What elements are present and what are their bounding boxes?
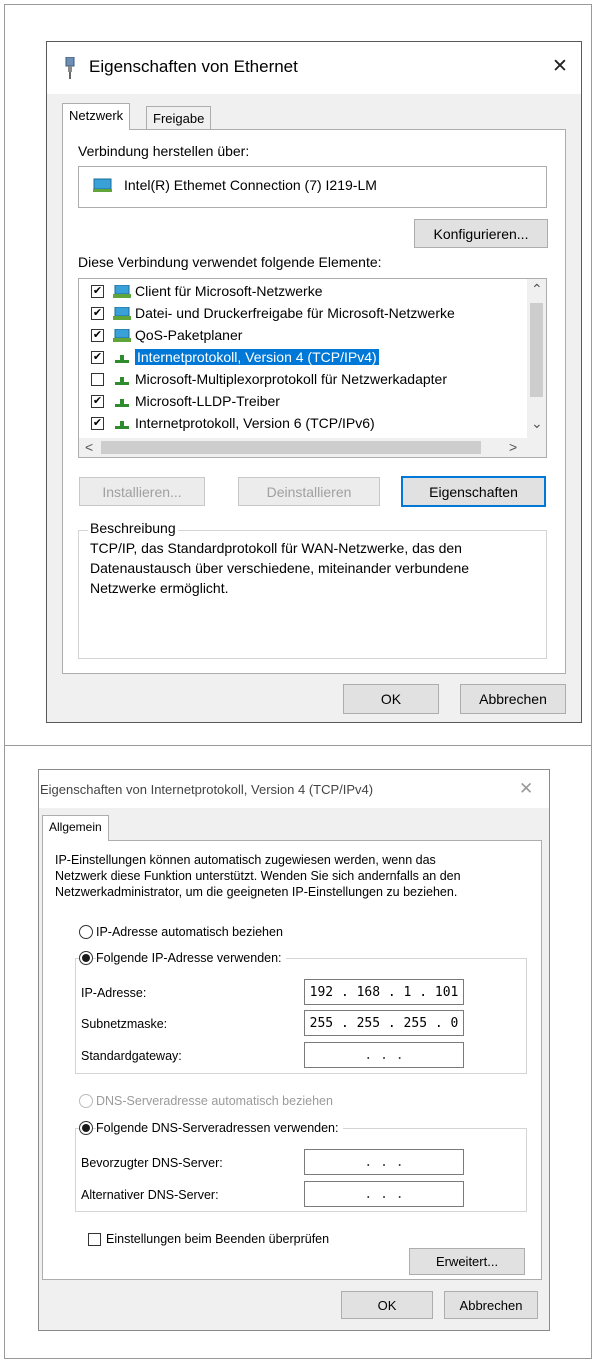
list-items: ✔ Client für Microsoft-Netzwerke ✔ Datei- u…: [79, 281, 527, 436]
item-checkbox[interactable]: ✔: [91, 307, 104, 320]
dns-manual-radio[interactable]: [79, 1121, 93, 1135]
item-label[interactable]: Microsoft-Multiplexorprotokoll für Netzw…: [135, 371, 447, 387]
horizontal-scrollbar[interactable]: < >: [79, 438, 546, 457]
description-label: Beschreibung: [88, 520, 178, 536]
validate-checkbox[interactable]: [88, 1233, 101, 1246]
list-item[interactable]: ✔ Internetprotokoll, Version 6 (TCP/IPv6): [79, 413, 527, 435]
list-item[interactable]: ✔ Internetprotokoll, Version 4 (TCP/IPv4): [79, 347, 527, 369]
item-label[interactable]: Datei- und Druckerfreigabe für Microsoft…: [135, 305, 455, 321]
tab-allgemein[interactable]: Allgemein: [42, 815, 109, 841]
ip-manual-label[interactable]: Folgende IP-Adresse verwenden:: [96, 951, 286, 965]
item-checkbox[interactable]: ✔: [91, 329, 104, 342]
item-checkbox[interactable]: [91, 373, 104, 386]
vertical-scroll-thumb[interactable]: [530, 303, 543, 397]
ok-button[interactable]: OK: [341, 1291, 433, 1319]
item-label[interactable]: Internetprotokoll, Version 4 (TCP/IPv4): [135, 349, 379, 365]
tab-netzwerk[interactable]: Netzwerk: [62, 103, 131, 130]
alternate-dns-field[interactable]: . . .: [304, 1181, 464, 1207]
subnet-mask-field[interactable]: 255 . 255 . 255 . 0: [304, 1010, 464, 1036]
item-checkbox[interactable]: ✔: [91, 351, 104, 364]
vertical-scrollbar[interactable]: ⌃ ⌄: [527, 279, 546, 438]
scroll-up-icon[interactable]: ⌃: [531, 281, 543, 298]
network-client-icon: [113, 284, 131, 299]
elements-label: Diese Verbindung verwendet folgende Elem…: [78, 254, 382, 270]
horizontal-scroll-thumb[interactable]: [101, 441, 481, 454]
item-checkbox[interactable]: ✔: [91, 395, 104, 408]
item-label[interactable]: Microsoft-LLDP-Treiber: [135, 393, 280, 409]
cancel-button[interactable]: Abbrechen: [444, 1291, 538, 1319]
ip-auto-label[interactable]: IP-Adresse automatisch beziehen: [96, 925, 283, 939]
protocol-icon: [113, 417, 131, 431]
intro-line-2: Netzwerk diese Funktion unterstützt. Wen…: [55, 869, 461, 883]
item-label[interactable]: QoS-Paketplaner: [135, 327, 242, 343]
elements-list: ✔ Client für Microsoft-Netzwerke ✔ Datei- u…: [78, 278, 547, 458]
ip-manual-radio[interactable]: [79, 951, 93, 965]
network-adapter-icon: [65, 57, 75, 79]
cancel-button[interactable]: Abbrechen: [460, 684, 566, 714]
gateway-field[interactable]: . . .: [304, 1042, 464, 1068]
list-item[interactable]: ✔ Client für Microsoft-Netzwerke: [79, 281, 527, 303]
validate-label[interactable]: Einstellungen beim Beenden überprüfen: [106, 1232, 329, 1246]
gateway-label: Standardgateway:: [81, 1049, 182, 1063]
dns-manual-label[interactable]: Folgende DNS-Serveradressen verwenden:: [96, 1121, 343, 1135]
list-item[interactable]: ✔ QoS-Paketplaner: [79, 325, 527, 347]
subnet-mask-label: Subnetzmaske:: [81, 1017, 168, 1031]
intro-line-1: IP-Einstellungen können automatisch zuge…: [55, 853, 436, 867]
adapter-name: Intel(R) Ethemet Connection (7) I219-LM: [124, 177, 377, 193]
configure-button[interactable]: Konfigurieren...: [414, 219, 548, 248]
scroll-down-icon[interactable]: ⌄: [531, 415, 543, 432]
network-service-icon: [113, 328, 131, 343]
dns-auto-radio[interactable]: [79, 1094, 93, 1108]
item-label[interactable]: Internetprotokoll, Version 6 (TCP/IPv6): [135, 415, 375, 431]
protocol-icon: [113, 395, 131, 409]
ok-button[interactable]: OK: [343, 684, 439, 714]
preferred-dns-field[interactable]: . . .: [304, 1149, 464, 1175]
uninstall-button[interactable]: Deinstallieren: [238, 477, 380, 506]
description-line-2: Datenaustausch über verschiedene, mitein…: [90, 560, 470, 576]
install-button[interactable]: Installieren...: [79, 477, 205, 506]
dialog-title: Eigenschaften von Ethernet: [89, 57, 298, 76]
list-item[interactable]: Microsoft-Multiplexorprotokoll für Netzw…: [79, 369, 527, 391]
alternate-dns-label: Alternativer DNS-Server:: [81, 1188, 219, 1202]
ipv4-properties-dialog: Eigenschaften von Internetprotokoll, Ver…: [38, 769, 550, 1331]
tab-panel: IP-Einstellungen können automatisch zuge…: [42, 840, 542, 1280]
ip-auto-radio[interactable]: [79, 925, 93, 939]
title-bar: Eigenschaften von Internetprotokoll, Ver…: [39, 770, 549, 808]
protocol-icon: [113, 373, 131, 387]
adapter-box: Intel(R) Ethemet Connection (7) I219-LM: [78, 166, 547, 208]
ethernet-properties-dialog: Eigenschaften von Ethernet ✕ Netzwerk Fr…: [46, 41, 582, 723]
dns-auto-label[interactable]: DNS-Serveradresse automatisch beziehen: [96, 1094, 333, 1108]
title-bar: Eigenschaften von Ethernet ✕: [47, 42, 581, 94]
ip-address-field[interactable]: 192 . 168 . 1 . 101: [304, 979, 464, 1005]
preferred-dns-label: Bevorzugter DNS-Server:: [81, 1156, 223, 1170]
tab-freigabe[interactable]: Freigabe: [146, 106, 212, 130]
network-service-icon: [113, 306, 131, 321]
scroll-left-icon[interactable]: <: [85, 439, 93, 455]
protocol-icon: [113, 351, 131, 365]
item-label[interactable]: Client für Microsoft-Netzwerke: [135, 283, 323, 299]
list-item[interactable]: ✔ Microsoft-LLDP-Treiber: [79, 391, 527, 413]
close-icon[interactable]: ✕: [552, 55, 568, 78]
description-line-1: TCP/IP, das Standardprotokoll für WAN-Ne…: [90, 540, 462, 556]
item-checkbox[interactable]: ✔: [91, 285, 104, 298]
properties-button[interactable]: Eigenschaften: [401, 476, 546, 507]
intro-line-3: Netzwerkadministrator, um die geeigneten…: [55, 885, 458, 899]
item-checkbox[interactable]: ✔: [91, 417, 104, 430]
network-adapter-icon: [93, 178, 112, 192]
list-item[interactable]: ✔ Datei- und Druckerfreigabe für Microsof…: [79, 303, 527, 325]
ip-address-label: IP-Adresse:: [81, 986, 147, 1000]
advanced-button[interactable]: Erweitert...: [409, 1248, 525, 1275]
close-icon[interactable]: ✕: [519, 779, 533, 799]
scroll-right-icon[interactable]: >: [509, 439, 517, 455]
connect-via-label: Verbindung herstellen über:: [78, 143, 250, 159]
tab-panel: Verbindung herstellen über: Intel(R) Eth…: [62, 129, 566, 674]
description-line-3: Netzwerke ermöglicht.: [90, 580, 229, 596]
dialog-title: Eigenschaften von Internetprotokoll, Ver…: [40, 782, 374, 797]
